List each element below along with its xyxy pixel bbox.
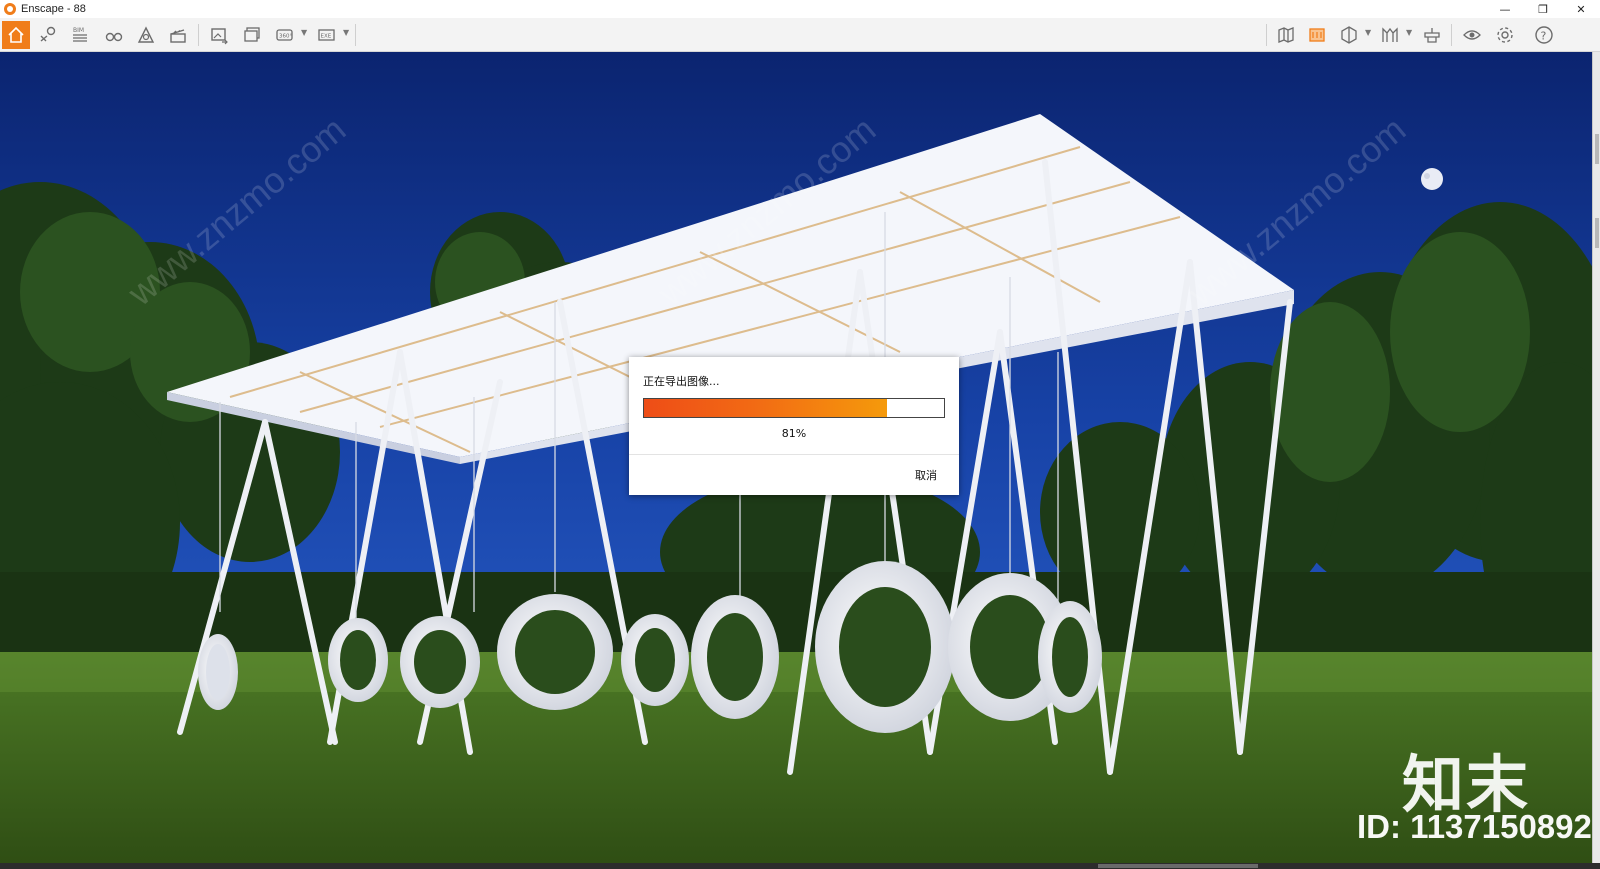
upload-icon bbox=[1424, 28, 1440, 43]
cancel-button[interactable]: 取消 bbox=[915, 467, 937, 483]
help-icon: ? bbox=[1535, 26, 1553, 44]
toolbar: BIM 360° ▼ EXE ▼ ▼ ▼ ? bbox=[0, 18, 1600, 66]
dialog-title: 正在导出图像... bbox=[643, 375, 720, 388]
standalone-icon: EXE bbox=[318, 29, 335, 41]
export-standalone-button[interactable]: EXE bbox=[313, 21, 341, 49]
clapperboard-icon bbox=[170, 29, 186, 43]
status-bar-segment bbox=[1098, 864, 1258, 868]
export-dropdown-icon[interactable]: ▼ bbox=[343, 28, 349, 37]
close-button[interactable]: ✕ bbox=[1562, 0, 1600, 18]
progress-fill bbox=[644, 399, 887, 417]
walk-mode-button[interactable] bbox=[100, 21, 128, 49]
materials-button[interactable] bbox=[1376, 21, 1404, 49]
dialog-divider bbox=[629, 454, 959, 455]
materials-icon bbox=[1382, 27, 1398, 42]
render-image-icon bbox=[211, 28, 228, 45]
views-button[interactable] bbox=[164, 21, 192, 49]
gear-icon bbox=[1497, 27, 1513, 43]
svg-text:360°: 360° bbox=[279, 34, 292, 40]
title-bar: Enscape - 88 — ❐ ✕ bbox=[0, 0, 1600, 18]
assets-icon bbox=[137, 26, 155, 43]
svg-text:?: ? bbox=[1541, 30, 1547, 43]
map-icon bbox=[1278, 27, 1294, 43]
toolbar-divider bbox=[1266, 24, 1267, 46]
map-pin-icon bbox=[40, 26, 56, 42]
status-bar bbox=[0, 863, 1600, 869]
toolbar-divider bbox=[1451, 24, 1452, 46]
svg-text:EXE: EXE bbox=[321, 34, 332, 40]
bim-icon: BIM bbox=[73, 27, 87, 42]
restore-button[interactable]: ❐ bbox=[1524, 0, 1562, 18]
upload-button[interactable] bbox=[1418, 21, 1446, 49]
cube-icon bbox=[1341, 26, 1357, 44]
panorama-icon: 360° bbox=[276, 29, 293, 41]
svg-text:BIM: BIM bbox=[73, 27, 84, 34]
render-image-button[interactable] bbox=[205, 21, 233, 49]
batch-render-button[interactable] bbox=[238, 21, 266, 49]
right-side-rail bbox=[1592, 52, 1600, 863]
help-button[interactable]: ? bbox=[1530, 21, 1558, 49]
location-button[interactable] bbox=[34, 21, 62, 49]
rail-tab[interactable] bbox=[1595, 134, 1599, 164]
toolbar-divider bbox=[355, 24, 356, 46]
visual-settings-button[interactable] bbox=[1458, 21, 1486, 49]
materials-dropdown-icon[interactable]: ▼ bbox=[1406, 28, 1412, 37]
panorama-dropdown-icon[interactable]: ▼ bbox=[301, 28, 307, 37]
panorama-button[interactable]: 360° bbox=[271, 21, 299, 49]
batch-render-icon bbox=[244, 27, 260, 42]
timeline-button[interactable] bbox=[1303, 21, 1331, 49]
toolbar-divider bbox=[198, 24, 199, 46]
binoculars-icon bbox=[105, 32, 123, 42]
export-progress-dialog: 正在导出图像... 81% 取消 bbox=[629, 357, 959, 495]
progress-percent-label: 81% bbox=[781, 427, 807, 440]
view-mode-button[interactable] bbox=[1335, 21, 1363, 49]
minimize-button[interactable]: — bbox=[1486, 0, 1524, 18]
enscape-logo-icon bbox=[4, 3, 16, 15]
view-mode-dropdown-icon[interactable]: ▼ bbox=[1365, 28, 1371, 37]
rail-tab[interactable] bbox=[1595, 218, 1599, 248]
asset-library-button[interactable] bbox=[132, 21, 160, 49]
home-button[interactable] bbox=[2, 21, 30, 49]
window-controls: — ❐ ✕ bbox=[1486, 0, 1600, 18]
eye-icon bbox=[1463, 30, 1481, 40]
timeline-icon bbox=[1309, 28, 1325, 42]
export-progress-bar bbox=[643, 398, 945, 418]
window-title: Enscape - 88 bbox=[21, 3, 86, 15]
bim-button[interactable]: BIM bbox=[66, 21, 94, 49]
settings-button[interactable] bbox=[1491, 21, 1519, 49]
watermark-id: ID: 1137150892 bbox=[1357, 808, 1592, 845]
map-button[interactable] bbox=[1272, 21, 1300, 49]
home-icon bbox=[8, 26, 24, 43]
